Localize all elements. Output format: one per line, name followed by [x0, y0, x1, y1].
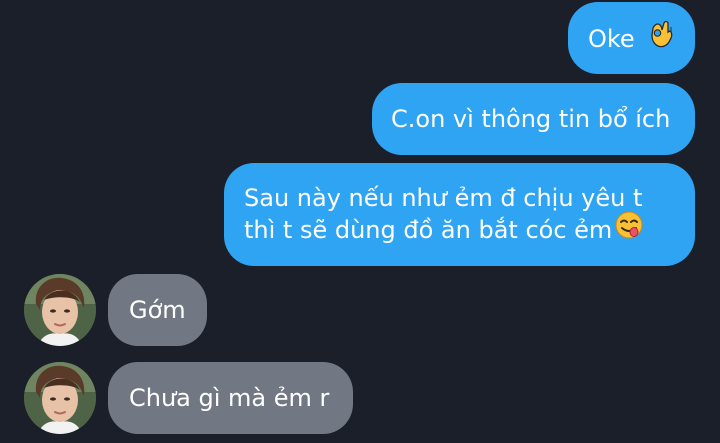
message-text: C.on vì thông tin bổ ích	[391, 105, 671, 133]
message-text: Gớm	[129, 296, 186, 324]
outgoing-message-bubble[interactable]: Oke	[568, 2, 695, 74]
message-text-line: thì t sẽ dùng đồ ăn bắt cóc ẻm	[244, 211, 695, 248]
message-text: Oke	[588, 25, 635, 53]
ok-hand-emoji	[648, 19, 676, 56]
chat-conversation: Oke C.on vì thông tin bổ ích Sau này nếu…	[0, 0, 720, 443]
face-savoring-food-emoji	[614, 210, 644, 248]
message-text: Chưa gì mà ẻm r	[129, 384, 330, 412]
contact-avatar[interactable]	[24, 274, 96, 346]
incoming-message-bubble[interactable]: Gớm	[108, 274, 207, 346]
outgoing-message-bubble[interactable]: Sau này nếu như ẻm đ chịu yêu t thì t sẽ…	[224, 163, 695, 266]
contact-avatar[interactable]	[24, 362, 96, 434]
outgoing-message-bubble[interactable]: C.on vì thông tin bổ ích	[372, 83, 695, 155]
incoming-message-bubble[interactable]: Chưa gì mà ẻm r	[108, 362, 353, 434]
